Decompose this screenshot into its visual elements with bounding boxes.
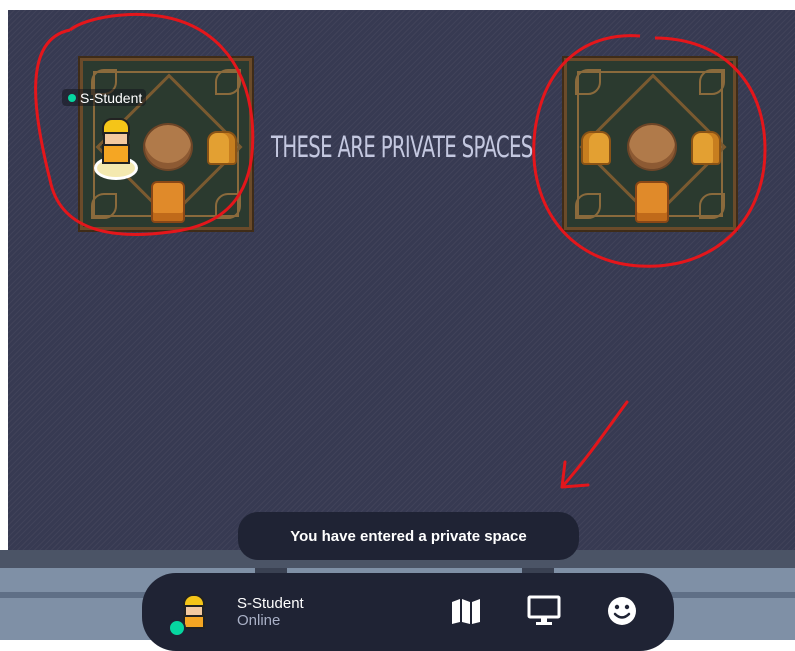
player-avatar[interactable] (90, 116, 138, 180)
emoji-button[interactable] (604, 593, 640, 629)
chair (207, 131, 237, 165)
round-table (627, 123, 677, 171)
screen-share-icon (527, 595, 561, 625)
screen-share-button[interactable] (526, 593, 562, 629)
online-status-dot (68, 93, 76, 102)
map-button[interactable] (448, 593, 484, 629)
map-icon (452, 599, 480, 624)
private-space-toast: You have entered a private space (238, 512, 579, 560)
bottom-dock: S-Student Online (142, 573, 674, 651)
chair (151, 181, 185, 223)
private-space-rug-right (562, 56, 738, 232)
player-name-tag: S-Student (62, 89, 147, 106)
chair (581, 131, 611, 165)
chair (635, 181, 669, 223)
online-status-dot (168, 619, 186, 637)
game-map-viewport[interactable]: THESE ARE PRIVATE SPACES S-Student (8, 10, 795, 550)
chair (691, 131, 721, 165)
user-status: Online (237, 612, 281, 629)
player-name: S-Student (80, 89, 143, 106)
emoji-icon (608, 597, 636, 625)
private-spaces-caption: THESE ARE PRIVATE SPACES (271, 130, 533, 164)
round-table (143, 123, 193, 171)
user-name: S-Student (237, 595, 304, 612)
